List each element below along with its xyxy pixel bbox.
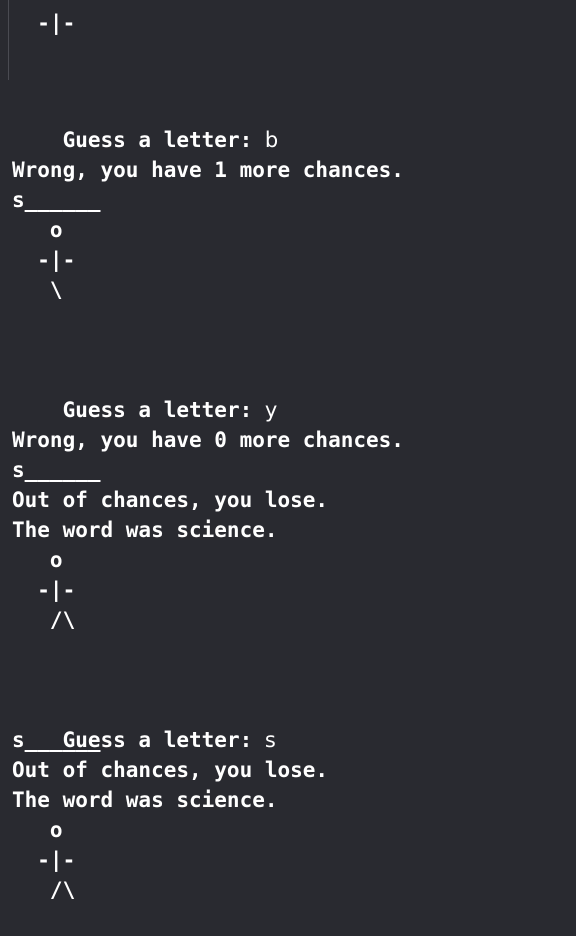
hangman-legs: /\ <box>12 878 76 902</box>
prompt-line: Guess a letter: b <box>12 95 279 152</box>
hangman-head: o <box>12 818 63 842</box>
user-input: b <box>264 128 279 152</box>
prompt-line: Guess a letter: y <box>12 365 278 422</box>
hangman-body-line: -|- <box>12 848 76 872</box>
console-output[interactable]: -|- Guess a letter: b Wrong, you have 1 … <box>0 0 576 936</box>
word-progress: s______ <box>12 188 101 212</box>
hangman-legs: /\ <box>12 608 76 632</box>
hangman-head: o <box>12 218 63 242</box>
prompt-line: Guess a letter: s <box>12 695 276 752</box>
hangman-head: o <box>12 548 63 572</box>
status-message: The word was science. <box>12 518 278 542</box>
status-message: Wrong, you have 1 more chances. <box>12 158 404 182</box>
status-message: Wrong, you have 0 more chances. <box>12 428 404 452</box>
user-input: s <box>264 728 276 752</box>
status-message: Out of chances, you lose. <box>12 758 329 782</box>
status-message: The word was science. <box>12 788 278 812</box>
prompt-text: Guess a letter: <box>62 398 265 422</box>
word-progress: s______ <box>12 728 101 752</box>
hangman-body-line: -|- <box>12 578 76 602</box>
prompt-text: Guess a letter: <box>62 128 265 152</box>
word-progress: s______ <box>12 458 101 482</box>
hangman-body-line: -|- <box>12 248 76 272</box>
left-divider <box>8 0 9 80</box>
hangman-body-line: -|- <box>12 11 76 35</box>
hangman-legs: \ <box>12 278 63 302</box>
status-message: Out of chances, you lose. <box>12 488 329 512</box>
user-input: y <box>264 398 278 422</box>
